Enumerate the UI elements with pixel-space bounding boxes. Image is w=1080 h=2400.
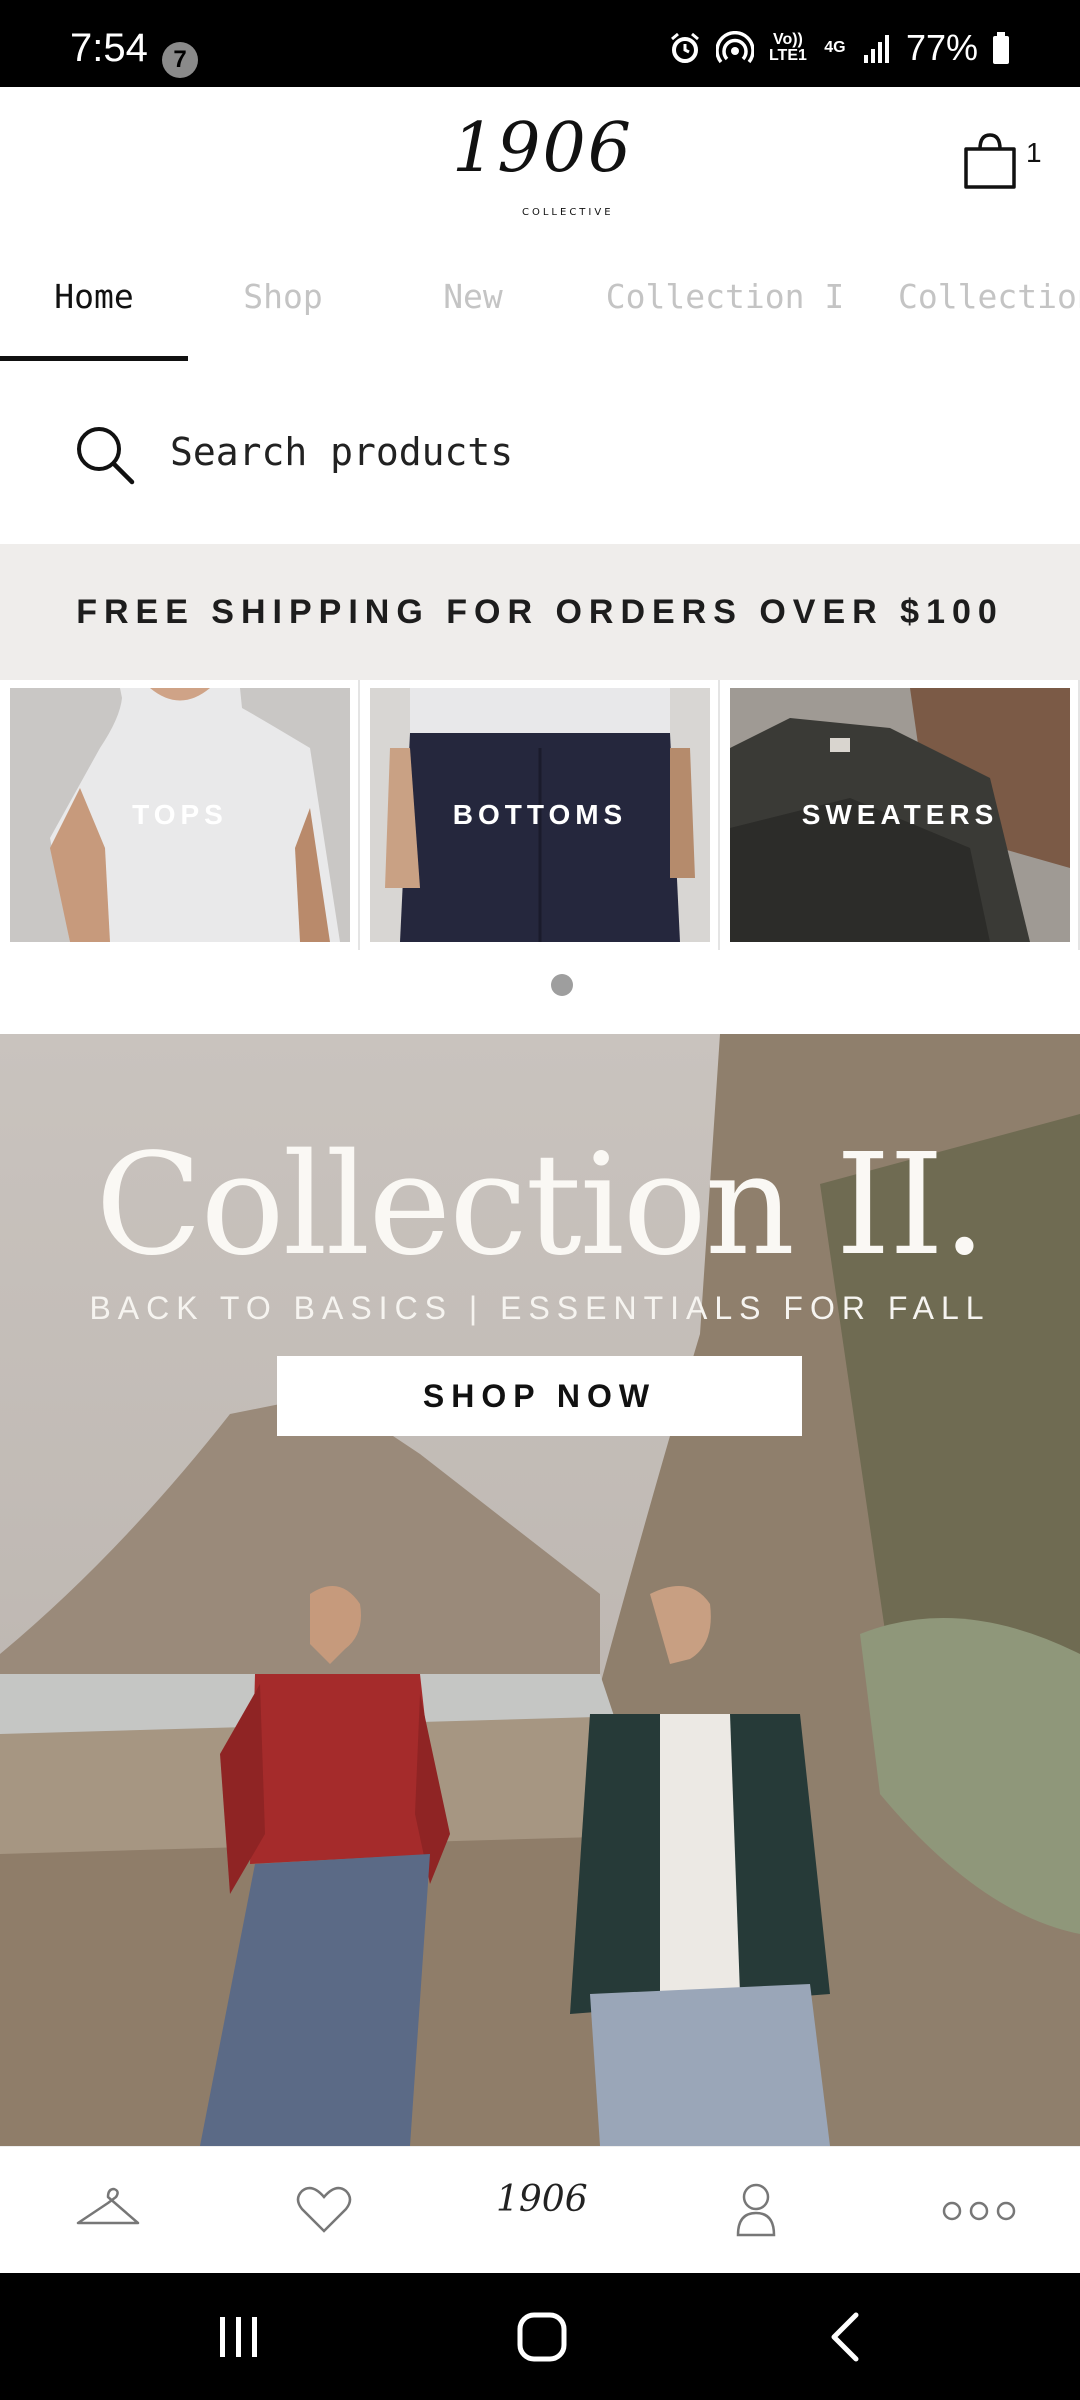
status-bar: 7:54 7 Vo)) LTE1 4G 77% [0,0,1080,87]
alarm-icon [670,32,699,63]
search-input[interactable]: Search products [170,424,513,480]
account-icon[interactable] [716,2175,796,2245]
signal-icon [863,35,889,63]
tab-collection-i[interactable]: Collection I [582,242,868,362]
tile-divider [718,680,720,950]
recent-apps-icon[interactable] [214,2313,264,2361]
tab-collection-ii[interactable]: Collection II [898,242,1080,362]
tab-home[interactable]: Home [0,242,188,362]
hanger-icon[interactable] [68,2175,148,2245]
cart-bag-icon[interactable] [960,131,1020,191]
bottom-navigation: 1906 [0,2146,1080,2273]
brand-logo[interactable]: 1906 COLLECTIVE [452,109,634,218]
category-tab-bar: Home Shop New Collection I Collection II [0,242,1080,362]
cart-count-badge: 1 [1026,137,1042,168]
hero-subtitle: BACK TO BASICS | ESSENTIALS FOR FALL [89,1290,991,1326]
status-icons: Vo)) LTE1 4G 77% [668,27,1010,68]
tile-divider [358,680,360,950]
tab-new[interactable]: New [378,242,568,362]
home-button-icon[interactable] [516,2311,568,2363]
system-navigation-bar [0,2273,1080,2400]
back-icon[interactable] [826,2311,866,2363]
category-label-tops: TOPS [132,799,228,830]
notification-count-badge: 7 [162,42,198,78]
heart-icon[interactable] [284,2175,364,2245]
battery-percent: 77% [905,27,978,68]
4g-icon: 4G [824,39,846,56]
battery-icon [993,32,1009,64]
search-icon [77,427,135,485]
category-carousel: TOPS BOTTOMS SWEATERS [0,680,1080,950]
category-tile-tops[interactable]: TOPS [10,688,350,942]
category-label-bottoms: BOTTOMS [452,799,628,830]
hero-title: Collection II. [95,1124,986,1287]
hero-banner[interactable]: Collection II. BACK TO BASICS | ESSENTIA… [0,1034,1080,2146]
brand-logo-text: 1906 [452,109,634,188]
tab-shop[interactable]: Shop [188,242,378,362]
brand-logo-subtext: COLLECTIVE [522,207,614,218]
shop-now-button[interactable]: SHOP NOW [277,1356,802,1436]
active-tab-indicator [0,356,188,361]
search-bar[interactable]: Search products [0,362,1080,544]
category-tile-sweaters[interactable]: SWEATERS [730,688,1070,942]
free-shipping-banner: FREE SHIPPING FOR ORDERS OVER $100 [0,544,1080,680]
category-tile-bottoms[interactable]: BOTTOMS [370,688,710,942]
category-label-sweaters: SWEATERS [801,799,999,830]
app-header: 1906 COLLECTIVE 1 [0,87,1080,242]
carousel-page-indicator [551,974,573,996]
status-time: 7:54 [70,26,148,70]
free-shipping-text: FREE SHIPPING FOR ORDERS OVER $100 [76,593,1004,631]
more-icon[interactable] [934,2175,1024,2245]
volte-icon: Vo)) LTE1 [768,31,807,64]
hotspot-icon [715,31,754,64]
home-logo-icon[interactable]: 1906 [496,2179,588,2220]
